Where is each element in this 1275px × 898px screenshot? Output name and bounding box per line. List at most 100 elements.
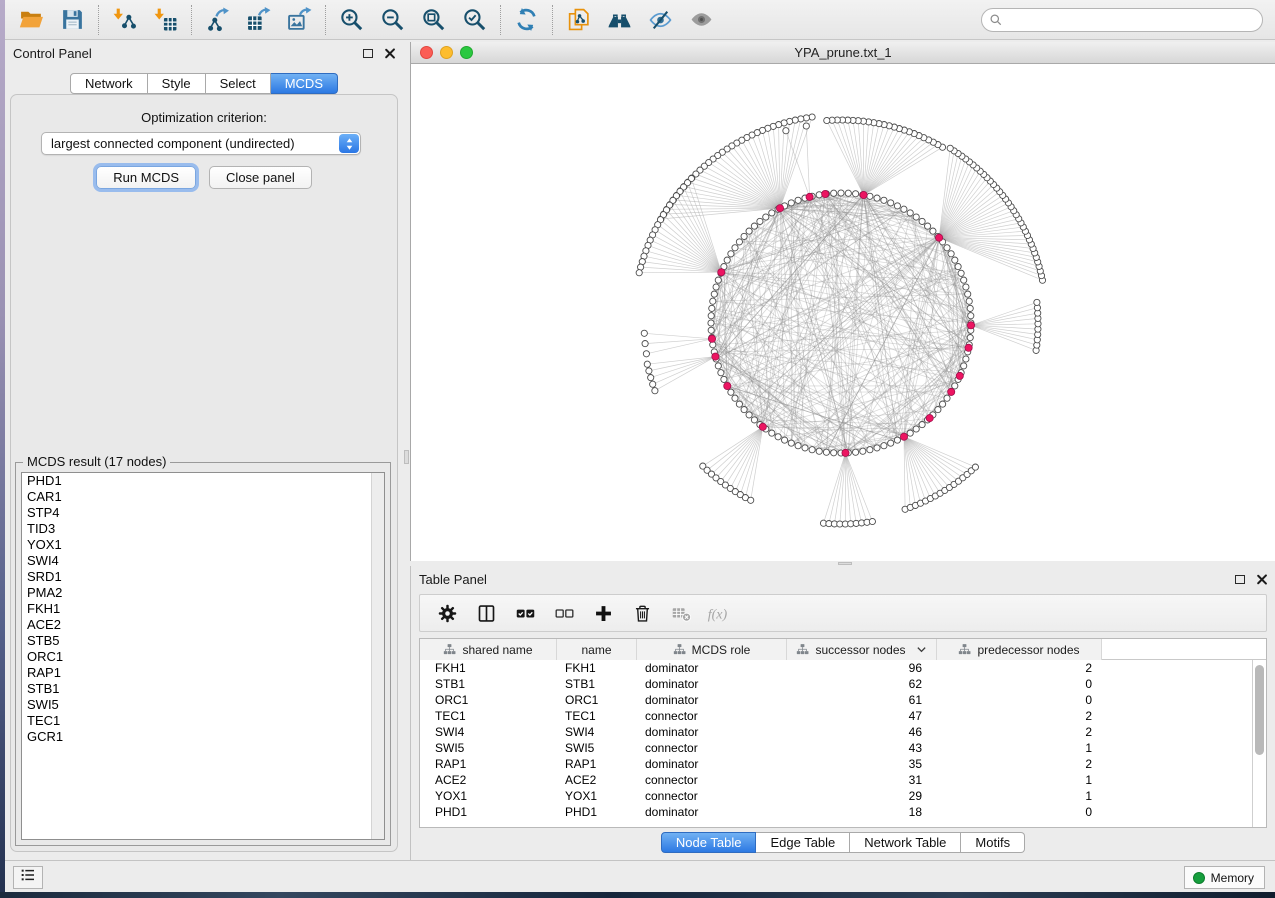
export-image-button[interactable] xyxy=(279,4,320,36)
run-mcds-button[interactable]: Run MCDS xyxy=(96,166,196,189)
delete-column-button[interactable] xyxy=(629,600,655,626)
show-graphics-button[interactable] xyxy=(681,4,722,36)
column-header-predecessor-nodes[interactable]: predecessor nodes xyxy=(937,639,1102,660)
import-network-icon xyxy=(112,7,137,32)
table-row[interactable]: FKH1FKH1dominator962 xyxy=(420,660,1266,676)
mcds-node-item[interactable]: STB5 xyxy=(22,633,384,649)
table-settings-button[interactable] xyxy=(434,600,460,626)
memory-button[interactable]: Memory xyxy=(1184,866,1265,889)
show-graphics-icon xyxy=(689,7,714,32)
search-input[interactable] xyxy=(981,8,1263,32)
mcds-node-item[interactable]: TEC1 xyxy=(22,713,384,729)
mcds-node-item[interactable]: SWI4 xyxy=(22,553,384,569)
table-scrollbar[interactable] xyxy=(1252,660,1266,827)
scrollbar-thumb[interactable] xyxy=(1255,665,1264,755)
table-cell: 47 xyxy=(787,709,937,723)
column-header-MCDS-role[interactable]: MCDS role xyxy=(637,639,787,660)
mcds-node-item[interactable]: STP4 xyxy=(22,505,384,521)
maximize-window-icon[interactable] xyxy=(460,46,473,59)
table-cell: SWI5 xyxy=(420,741,557,755)
result-list-scrollbar[interactable] xyxy=(371,473,384,839)
task-history-button[interactable] xyxy=(13,866,43,889)
zoom-in-button[interactable] xyxy=(331,4,372,36)
clone-network-button[interactable] xyxy=(558,4,599,36)
save-session-button[interactable] xyxy=(52,4,93,36)
binoculars-icon xyxy=(607,7,632,32)
tab-network-table[interactable]: Network Table xyxy=(850,832,961,853)
tab-network[interactable]: Network xyxy=(70,73,148,94)
hide-graphics-button[interactable] xyxy=(640,4,681,36)
mcds-node-item[interactable]: ACE2 xyxy=(22,617,384,633)
tab-node-table[interactable]: Node Table xyxy=(661,832,757,853)
mcds-node-item[interactable]: YOX1 xyxy=(22,537,384,553)
float-panel-icon[interactable] xyxy=(363,49,373,58)
criterion-dropdown[interactable]: largest connected component (undirected) xyxy=(41,132,361,155)
tab-select[interactable]: Select xyxy=(206,73,271,94)
import-network-button[interactable] xyxy=(104,4,145,36)
create-column-button[interactable] xyxy=(590,600,616,626)
mcds-node-item[interactable]: SWI5 xyxy=(22,697,384,713)
select-all-columns-button[interactable] xyxy=(512,600,538,626)
deselect-all-columns-button[interactable] xyxy=(551,600,577,626)
mcds-node-item[interactable]: RAP1 xyxy=(22,665,384,681)
table-row[interactable]: SWI5SWI5connector431 xyxy=(420,740,1266,756)
tab-edge-table[interactable]: Edge Table xyxy=(756,832,850,853)
close-panel-icon[interactable] xyxy=(1256,574,1267,585)
table-cell: dominator xyxy=(637,693,787,707)
mcds-node-item[interactable]: TID3 xyxy=(22,521,384,537)
table-row[interactable]: TEC1TEC1connector472 xyxy=(420,708,1266,724)
mcds-node-item[interactable]: PHD1 xyxy=(22,473,384,489)
minimize-window-icon[interactable] xyxy=(440,46,453,59)
import-table-button[interactable] xyxy=(145,4,186,36)
close-panel-icon[interactable] xyxy=(384,48,395,59)
table-row[interactable]: ACE2ACE2connector311 xyxy=(420,772,1266,788)
table-cell: SWI5 xyxy=(557,741,637,755)
zoom-out-button[interactable] xyxy=(372,4,413,36)
search-icon xyxy=(989,13,1003,27)
table-row[interactable]: YOX1YOX1connector291 xyxy=(420,788,1266,804)
float-panel-icon[interactable] xyxy=(1235,575,1245,584)
mcds-node-item[interactable]: ORC1 xyxy=(22,649,384,665)
mcds-node-item[interactable]: CAR1 xyxy=(22,489,384,505)
export-network-button[interactable] xyxy=(197,4,238,36)
mcds-result-list[interactable]: PHD1CAR1STP4TID3YOX1SWI4SRD1PMA2FKH1ACE2… xyxy=(21,472,385,840)
tab-style[interactable]: Style xyxy=(148,73,206,94)
mcds-node-item[interactable]: GCR1 xyxy=(22,729,384,745)
table-row[interactable]: ORC1ORC1dominator610 xyxy=(420,692,1266,708)
function-builder-button: f(x) xyxy=(707,600,733,626)
binoculars-button[interactable] xyxy=(599,4,640,36)
table-cell: STB1 xyxy=(557,677,637,691)
close-panel-button[interactable]: Close panel xyxy=(209,166,312,189)
zoom-fit-button[interactable] xyxy=(413,4,454,36)
mcds-node-item[interactable]: STB1 xyxy=(22,681,384,697)
network-window-titlebar[interactable]: YPA_prune.txt_1 xyxy=(411,42,1275,64)
network-graph[interactable] xyxy=(411,64,1275,561)
tab-mcds[interactable]: MCDS xyxy=(271,73,338,94)
table-row[interactable]: RAP1RAP1dominator352 xyxy=(420,756,1266,772)
open-file-button[interactable] xyxy=(11,4,52,36)
close-window-icon[interactable] xyxy=(420,46,433,59)
refresh-layout-button[interactable] xyxy=(506,4,547,36)
vertical-splitter[interactable] xyxy=(403,40,410,860)
column-label: MCDS role xyxy=(692,643,751,657)
mcds-node-item[interactable]: PMA2 xyxy=(22,585,384,601)
column-visibility-button[interactable] xyxy=(473,600,499,626)
table-row[interactable]: SWI4SWI4dominator462 xyxy=(420,724,1266,740)
column-header-successor-nodes[interactable]: successor nodes xyxy=(787,639,937,660)
mcds-node-item[interactable]: SRD1 xyxy=(22,569,384,585)
control-panel-tabs: NetworkStyleSelectMCDS xyxy=(5,73,403,94)
tab-motifs[interactable]: Motifs xyxy=(961,832,1025,853)
table-cell: YOX1 xyxy=(557,789,637,803)
mcds-node-item[interactable]: FKH1 xyxy=(22,601,384,617)
table-cell: 62 xyxy=(787,677,937,691)
network-canvas[interactable] xyxy=(411,64,1275,561)
table-row[interactable]: STB1STB1dominator620 xyxy=(420,676,1266,692)
table-row[interactable]: PHD1PHD1dominator180 xyxy=(420,804,1266,820)
export-table-button[interactable] xyxy=(238,4,279,36)
column-header-shared-name[interactable]: shared name xyxy=(420,639,557,660)
zoom-selected-button[interactable] xyxy=(454,4,495,36)
shared-column-icon xyxy=(673,643,686,656)
column-header-name[interactable]: name xyxy=(557,639,637,660)
control-panel: Control Panel NetworkStyleSelectMCDS Opt… xyxy=(5,40,403,860)
shared-column-icon xyxy=(443,643,456,656)
